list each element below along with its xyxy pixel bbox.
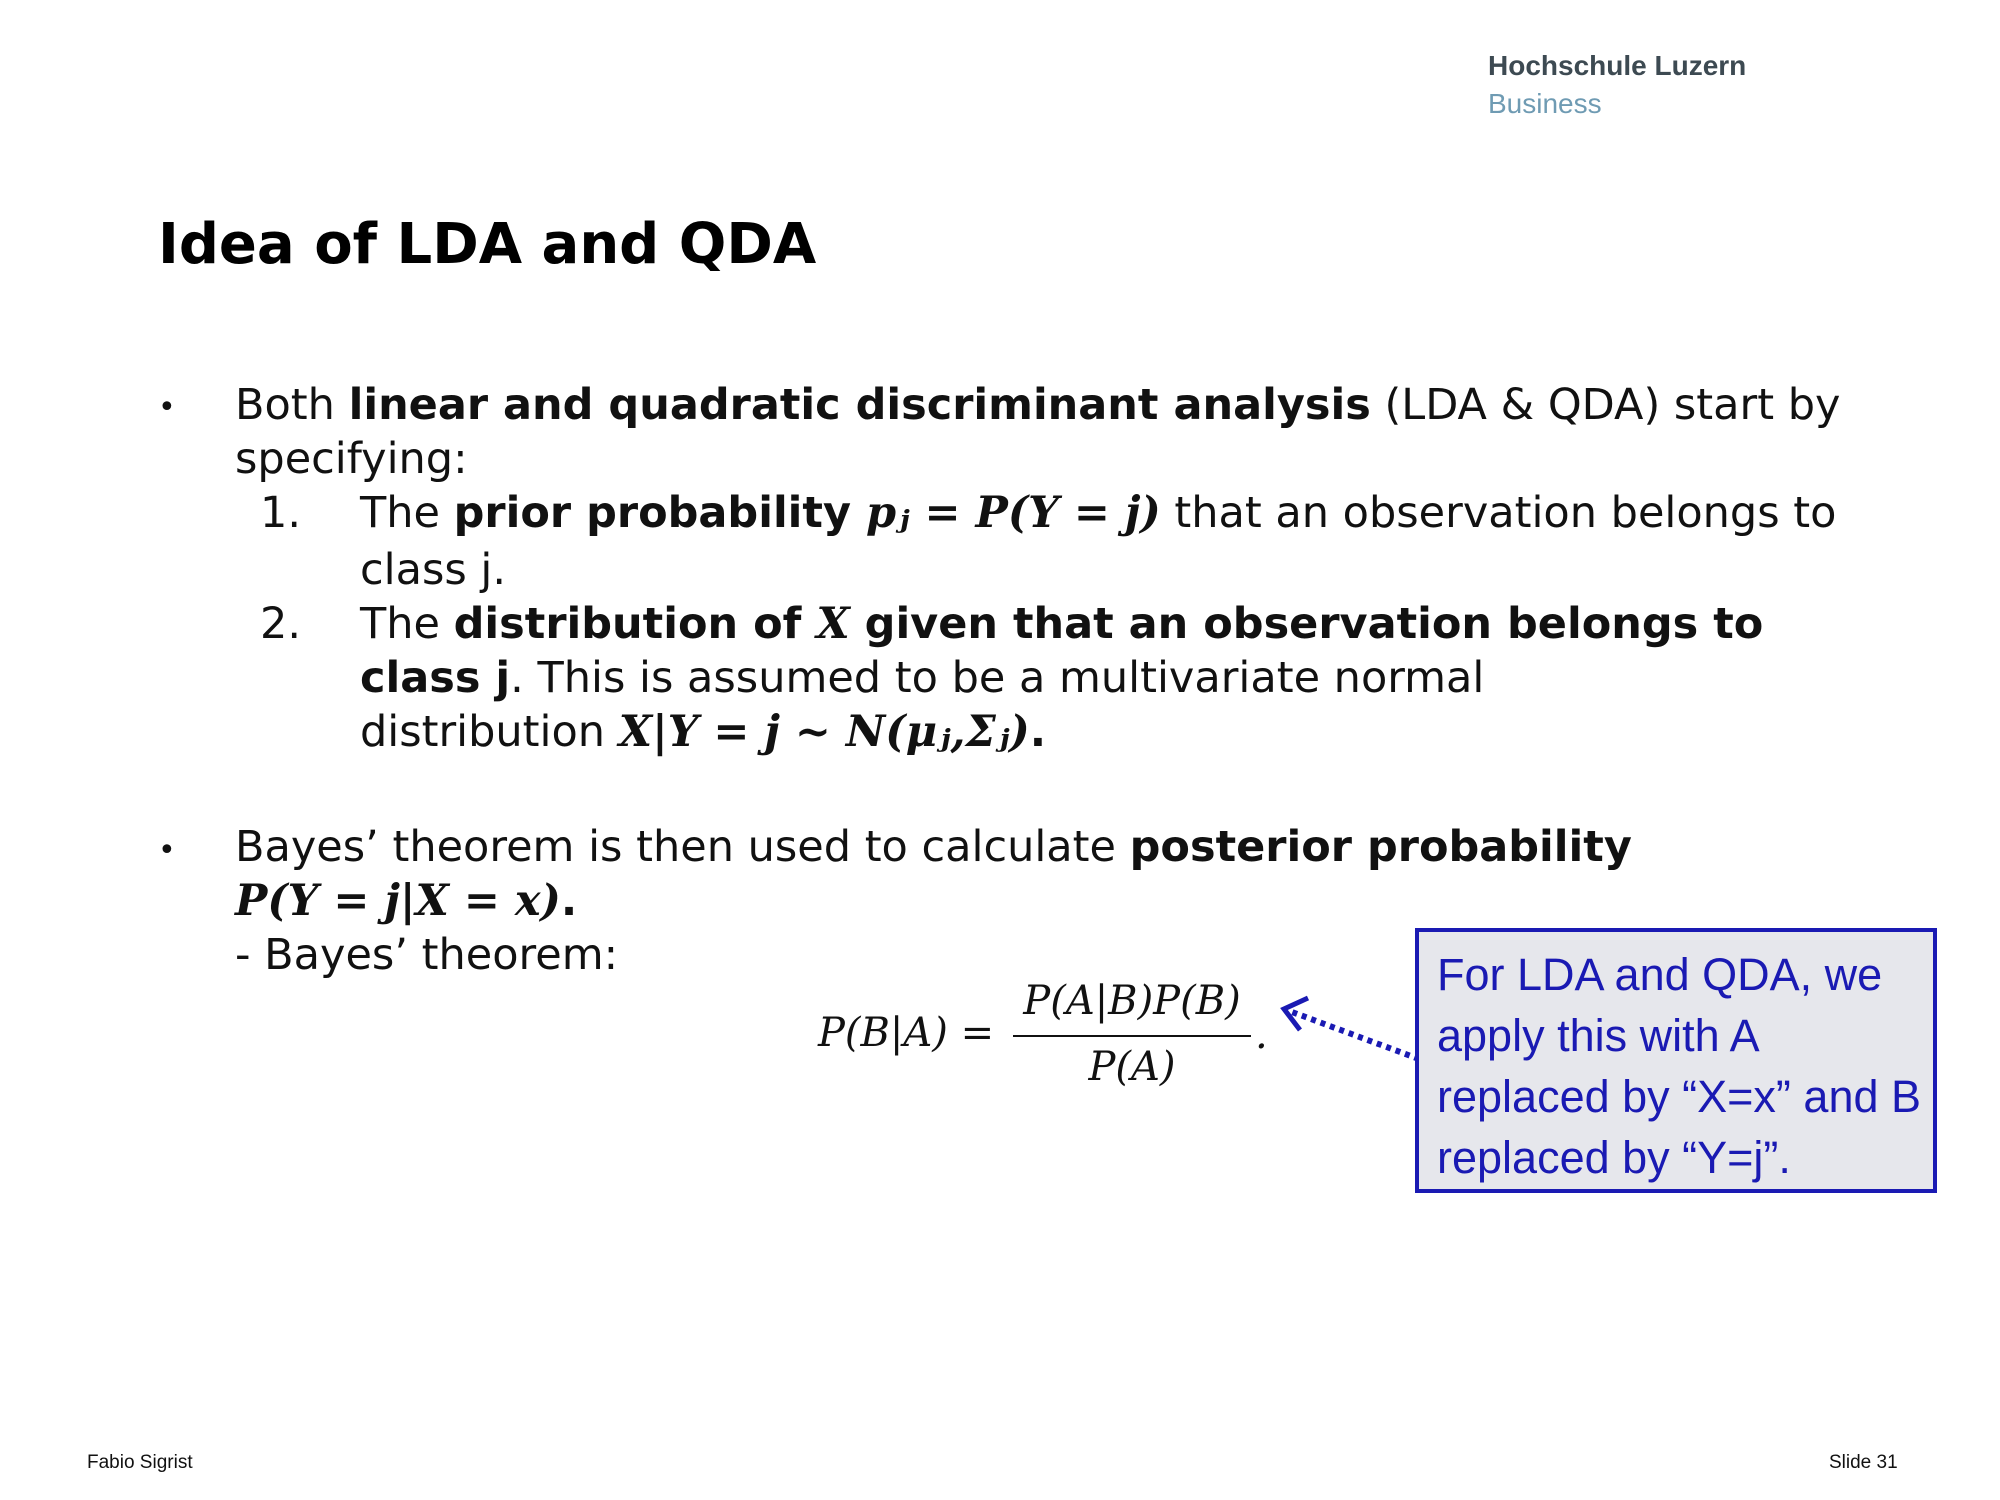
item-2-line-3-pre: distribution	[360, 707, 619, 757]
bullet-1-bold: linear and quadratic discriminant analys…	[348, 380, 1371, 430]
bullet-1-line-1: Both linear and quadratic discriminant a…	[235, 378, 1840, 432]
footer-author: Fabio Sigrist	[87, 1452, 193, 1473]
bullet-1-marker: •	[158, 390, 176, 425]
item-2-math-x: X	[816, 599, 850, 649]
bullet-1-line-2: specifying:	[235, 434, 468, 484]
formula-fraction-bar	[1013, 1035, 1251, 1037]
item-2-pre: The	[360, 599, 454, 649]
bullet-2-line-2: P(Y = j|X = x).	[235, 874, 577, 928]
item-2-line-3-math: X|Y = j ~ N(μⱼ,Σⱼ)	[618, 707, 1030, 757]
item-1-number: 1.	[260, 488, 302, 538]
dotted-arrow-icon	[1280, 995, 1421, 1062]
bullet-2-pre: Bayes’ theorem is then used to calculate	[235, 822, 1130, 872]
bullet-2-math: P(Y = j|X = x)	[235, 876, 561, 926]
formula-denominator: P(A)	[1088, 1044, 1176, 1090]
item-2-line-2: class j. This is assumed to be a multiva…	[360, 651, 1484, 705]
item-1-line-2: class j.	[360, 545, 507, 595]
formula-period: .	[1255, 1012, 1268, 1058]
item-2-line-1: The distribution of X given that an obse…	[360, 597, 1763, 651]
item-2-line-2-post: . This is assumed to be a multivariate n…	[510, 653, 1485, 703]
bullet-2-sub: - Bayes’ theorem:	[235, 930, 619, 980]
item-2-bold-2: given that an observation belongs to	[849, 599, 1764, 649]
slide-title: Idea of LDA and QDA	[158, 212, 817, 277]
logo-line-2: Business	[1488, 88, 1602, 119]
item-2-number: 2.	[260, 599, 302, 649]
item-1-bold: prior probability	[453, 488, 866, 538]
item-2-line-2-bold: class j	[360, 653, 511, 703]
bullet-1-post: (LDA & QDA) start by	[1370, 380, 1841, 430]
bullet-2-math-post: .	[560, 876, 578, 926]
item-2-line-3: distribution X|Y = j ~ N(μⱼ,Σⱼ).	[360, 705, 1046, 759]
item-1-post: that an observation belongs to	[1160, 488, 1837, 538]
item-1-math: pⱼ = P(Y = j)	[865, 488, 1161, 538]
bullet-2-marker: •	[158, 833, 176, 868]
bullet-1-pre: Both	[235, 380, 349, 430]
logo-line-1: Hochschule Luzern	[1488, 50, 1747, 81]
item-2-bold: distribution of	[453, 599, 817, 649]
item-1-line-1: The prior probability pⱼ = P(Y = j) that…	[360, 486, 1836, 540]
bullet-2-bold: posterior probability	[1129, 822, 1632, 872]
callout-box: For LDA and QDA, we apply this with A re…	[1415, 928, 1937, 1193]
formula-numerator: P(A|B)P(B)	[1023, 978, 1241, 1024]
item-1-pre: The	[360, 488, 454, 538]
formula-lhs: P(B|A) =	[818, 1010, 995, 1056]
item-2-line-3-post: .	[1029, 707, 1047, 757]
bullet-2-line-1: Bayes’ theorem is then used to calculate…	[235, 820, 1632, 874]
footer-slide-number: Slide 31	[1829, 1452, 1898, 1473]
callout-text: For LDA and QDA, we apply this with A re…	[1437, 949, 1922, 1183]
